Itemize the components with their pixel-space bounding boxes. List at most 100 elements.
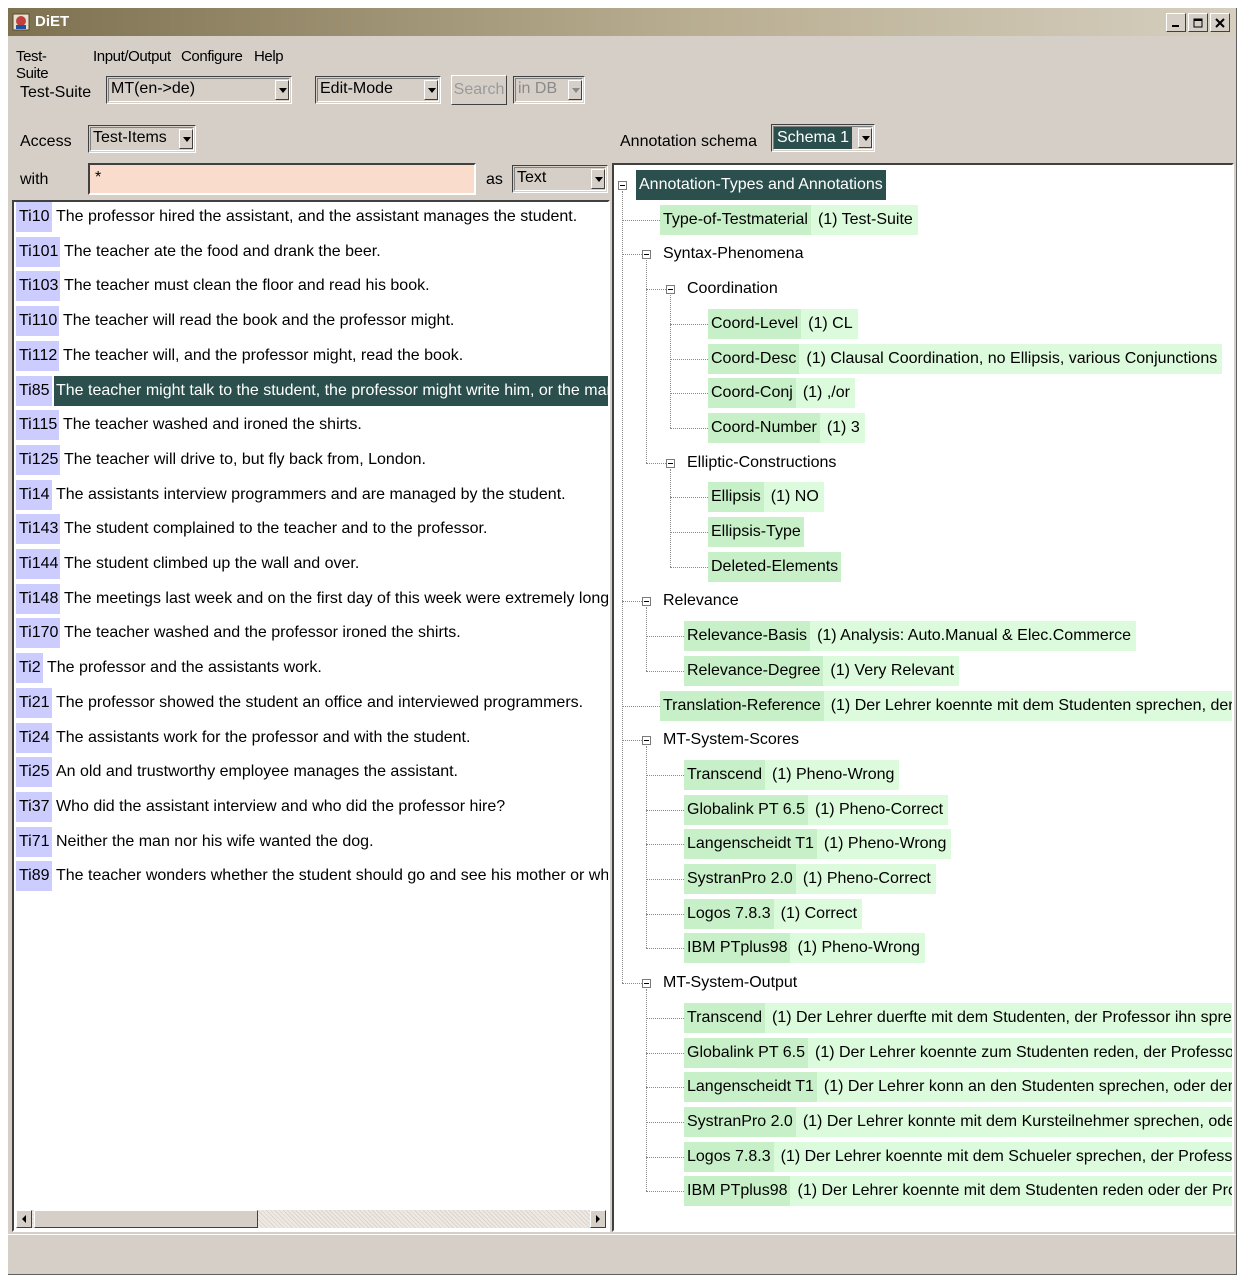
close-icon: [1215, 17, 1225, 28]
tree-node[interactable]: Ellipsis (1) NO: [708, 482, 824, 513]
access-select[interactable]: Test-Items: [88, 125, 196, 153]
tree-node[interactable]: Logos 7.8.3 (1) Correct: [684, 898, 863, 929]
tree-node[interactable]: Logos 7.8.3 (1) Der Lehrer koennte mit de…: [684, 1141, 1232, 1172]
collapse-toggle-icon[interactable]: [666, 285, 675, 295]
window-title: DiET: [35, 13, 70, 30]
tree-connector: [670, 468, 671, 567]
tree-node-label: Transcend: [684, 759, 765, 790]
scroll-right-button[interactable]: [590, 1210, 606, 1228]
tree-node[interactable]: Annotation-Types and Annotations: [636, 170, 886, 200]
tree-node[interactable]: SystranPro 2.0 (1) Der Lehrer konnte mit …: [684, 1106, 1232, 1137]
mode-select[interactable]: Edit-Mode: [315, 76, 441, 104]
test-item-row[interactable]: Ti24 The assistants work for the professo…: [16, 722, 608, 753]
tree-node[interactable]: IBM PTplus98 (1) Pheno-Wrong: [684, 933, 925, 964]
test-item-row[interactable]: Ti148 The meetings last week and on the f…: [16, 583, 608, 614]
tree-node[interactable]: Coordination: [684, 274, 781, 304]
tree-node[interactable]: Langenscheidt T1 (1) Der Lehrer konn an d…: [684, 1072, 1232, 1103]
tree-node[interactable]: Coord-Number (1) 3: [708, 412, 865, 443]
maximize-button[interactable]: [1188, 13, 1208, 32]
search-button[interactable]: Search: [451, 75, 507, 105]
menu-help[interactable]: Help: [254, 48, 284, 65]
mode-select-value: Edit-Mode: [320, 80, 393, 97]
tree-node[interactable]: Elliptic-Constructions: [684, 448, 839, 478]
tree-node[interactable]: MT-System-Scores: [660, 725, 802, 755]
tree-node[interactable]: MT-System-Output: [660, 968, 800, 998]
test-item-row[interactable]: Ti115 The teacher washed and ironed the s…: [16, 410, 608, 441]
menu-configure[interactable]: Configure: [181, 48, 243, 65]
tree-node[interactable]: IBM PTplus98 (1) Der Lehrer koennte mit d…: [684, 1176, 1232, 1207]
test-item-row[interactable]: Ti14 The assistants interview programmers…: [16, 479, 608, 510]
tree-node[interactable]: Relevance-Basis (1) Analysis: Auto.Manual…: [684, 621, 1136, 652]
test-item-row[interactable]: Ti112 The teacher will, and the professor…: [16, 340, 608, 371]
tree-connector: [646, 1087, 684, 1089]
tree-node-label: Globalink PT 6.5: [684, 794, 808, 825]
chevron-down-icon[interactable]: [179, 129, 193, 149]
chevron-down-icon[interactable]: [568, 80, 582, 100]
horizontal-scrollbar[interactable]: [16, 1210, 606, 1228]
test-item-row[interactable]: Ti21 The professor showed the student an …: [16, 687, 608, 718]
with-input[interactable]: *: [88, 163, 476, 195]
chevron-down-icon[interactable]: [591, 169, 605, 189]
collapse-toggle-icon[interactable]: [618, 181, 627, 190]
chevron-down-icon[interactable]: [424, 80, 438, 100]
collapse-toggle-icon[interactable]: [642, 979, 651, 989]
test-item-row[interactable]: Ti10 The professor hired the assistant, a…: [16, 202, 608, 232]
test-item-row[interactable]: Ti143 The student complained to the teach…: [16, 514, 608, 545]
tree-node[interactable]: Ellipsis-Type: [708, 517, 804, 547]
tree-node[interactable]: SystranPro 2.0 (1) Pheno-Correct: [684, 864, 936, 894]
test-item-row[interactable]: Ti85 The teacher might talk to the studen…: [16, 375, 608, 406]
testsuite-select[interactable]: MT(en->de): [106, 76, 292, 104]
tree-node-label: IBM PTplus98: [684, 933, 791, 964]
indb-select[interactable]: in DB: [513, 76, 585, 104]
title-bar[interactable]: DiET: [8, 8, 1236, 36]
collapse-toggle-icon[interactable]: [642, 736, 651, 746]
test-item-row[interactable]: Ti37 Who did the assistant interview and …: [16, 791, 608, 822]
menu-input-output[interactable]: Input/Output: [93, 48, 171, 65]
tree-node[interactable]: Transcend (1) Der Lehrer duerfte mit dem …: [684, 1002, 1232, 1033]
tree-node[interactable]: Langenscheidt T1 (1) Pheno-Wrong: [684, 829, 952, 860]
scroll-thumb[interactable]: [34, 1210, 258, 1228]
tree-node-value: (1) Pheno-Correct: [808, 794, 949, 825]
tree-connector: [646, 1121, 684, 1123]
collapse-toggle-icon[interactable]: [642, 597, 651, 607]
test-item-row[interactable]: Ti101 The teacher ate the food and drank …: [16, 236, 608, 267]
test-item-row[interactable]: Ti2 The professor and the assistants work…: [16, 653, 608, 684]
tree-node[interactable]: Globalink PT 6.5 (1) Der Lehrer koennte z…: [684, 1037, 1232, 1068]
tree-node[interactable]: Transcend (1) Pheno-Wrong: [684, 759, 900, 790]
close-button[interactable]: [1210, 13, 1230, 32]
test-item-row[interactable]: Ti71 Neither the man nor his wife wanted …: [16, 826, 608, 857]
test-item-id: Ti110: [16, 306, 60, 337]
menu-test-suite[interactable]: Test-Suite: [16, 48, 49, 82]
minimize-button[interactable]: [1166, 13, 1186, 32]
tree-node-label: Transcend: [684, 1002, 765, 1033]
access-label: Access: [20, 133, 72, 150]
test-item-row[interactable]: Ti25 An old and trustworthy employee mana…: [16, 757, 608, 788]
chevron-down-icon[interactable]: [275, 80, 289, 100]
test-item-row[interactable]: Ti103 The teacher must clean the floor an…: [16, 271, 608, 302]
test-item-row[interactable]: Ti89 The teacher wonders whether the stud…: [16, 861, 608, 892]
arrow-left-icon: [22, 1215, 26, 1223]
tree-node[interactable]: Coord-Level (1) CL: [708, 308, 858, 339]
test-item-row[interactable]: Ti170 The teacher washed and the professo…: [16, 618, 608, 649]
tree-node[interactable]: Type-of-Testmaterial (1) Test-Suite: [660, 204, 918, 235]
test-item-row[interactable]: Ti125 The teacher will drive to, but fly …: [16, 444, 608, 475]
tree-connector: [646, 948, 684, 950]
schema-select[interactable]: Schema 1: [771, 124, 875, 152]
tree-node[interactable]: Syntax-Phenomena: [660, 239, 807, 269]
tree-node[interactable]: Translation-Reference (1) Der Lehrer koen…: [660, 690, 1232, 721]
test-item-row[interactable]: Ti144 The student climbed up the wall and…: [16, 549, 608, 579]
collapse-toggle-icon[interactable]: [666, 458, 675, 468]
collapse-toggle-icon[interactable]: [642, 250, 651, 260]
scroll-left-button[interactable]: [16, 1210, 32, 1228]
tree-connector: [646, 879, 684, 880]
tree-node[interactable]: Coord-Conj (1) ,/or: [708, 378, 855, 409]
tree-node[interactable]: Relevance: [660, 586, 742, 616]
test-item-row[interactable]: Ti110 The teacher will read the book and …: [16, 306, 608, 337]
tree-node[interactable]: Relevance-Degree (1) Very Relevant: [684, 655, 960, 686]
as-select[interactable]: Text: [512, 165, 608, 193]
tree-node[interactable]: Globalink PT 6.5 (1) Pheno-Correct: [684, 794, 949, 825]
tree-node[interactable]: Deleted-Elements: [708, 551, 842, 582]
chevron-down-icon[interactable]: [858, 128, 872, 148]
tree-node[interactable]: Coord-Desc (1) Clausal Coordination, no E…: [708, 343, 1223, 374]
test-item-id: Ti143: [16, 514, 61, 545]
